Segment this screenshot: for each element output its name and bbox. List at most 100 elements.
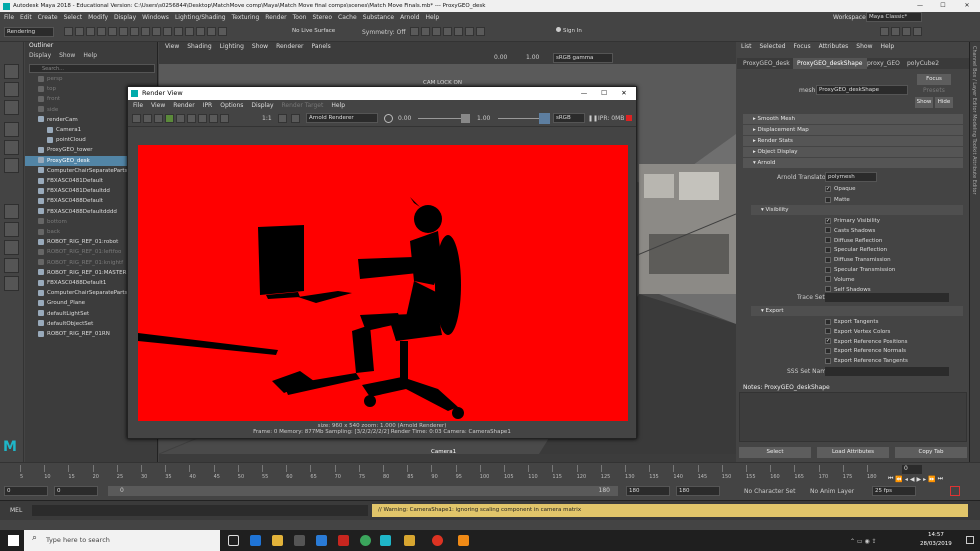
step-forward-key-icon[interactable]: ⏩ [928,476,935,483]
rv-gamma-slider[interactable] [498,118,544,119]
rv-menu-ipr[interactable]: IPR [203,102,213,109]
play-backwards-icon[interactable]: ◀ [910,476,915,483]
outliner-layout-icon[interactable] [4,258,19,273]
workspace-dropdown[interactable]: Maya Classic* [866,12,922,22]
store-icon[interactable] [294,535,305,546]
rv-alpha-icon[interactable] [220,114,229,123]
ipr-render-icon[interactable] [432,27,441,36]
ae-presets-button[interactable]: Presets [923,87,945,94]
playback-start-field[interactable]: 0 [54,486,98,496]
anim-layer-dropdown[interactable]: No Anim Layer [810,488,854,495]
rv-keep-image-icon[interactable] [187,114,196,123]
arnold-render-icon[interactable] [465,27,474,36]
ae-copy-tab-button[interactable]: Copy Tab [895,447,967,458]
menu-render[interactable]: Render [265,14,286,21]
snap-plane-icon[interactable] [207,27,216,36]
edge-icon[interactable] [250,535,261,546]
lasso-tool-icon[interactable] [4,82,19,97]
auto-key-icon[interactable] [950,486,960,496]
menu-toon[interactable]: Toon [293,14,307,21]
redo-icon[interactable] [108,27,117,36]
ae-trace-sets-field[interactable] [825,293,949,302]
select-component-icon[interactable] [141,27,150,36]
rv-rgb-icon[interactable] [209,114,218,123]
rotate-tool-icon[interactable] [4,140,19,155]
ae-load-attributes-button[interactable]: Load Attributes [817,447,889,458]
outliner-item[interactable]: persp [25,74,158,84]
menu-edit[interactable]: Edit [20,14,32,21]
cmd-language-label[interactable]: MEL [10,507,22,514]
render-view-close-button[interactable]: ✕ [618,87,630,100]
rv-refresh-icon[interactable] [154,114,163,123]
animation-end-field[interactable]: 180 [676,486,720,496]
select-object-icon[interactable] [130,27,139,36]
snap-point-icon[interactable] [196,27,205,36]
step-back-key-icon[interactable]: ⏪ [895,476,902,483]
rv-gamma-value[interactable]: 1.00 [477,115,490,122]
ae-tab-polycube2[interactable]: polyCube2 [907,60,939,67]
export-checkbox[interactable]: Export Tangents [825,317,878,327]
range-slider[interactable]: 0 180 [108,486,618,496]
rendered-image[interactable] [138,145,628,421]
paint-select-icon[interactable] [4,100,19,115]
menu-stereo[interactable]: Stereo [312,14,332,21]
ae-hide-button[interactable]: Hide [935,97,953,108]
snap-grid-icon[interactable] [174,27,183,36]
four-pane-layout-icon[interactable] [4,222,19,237]
visibility-checkbox[interactable]: Volume [825,275,854,285]
select-tool-icon[interactable] [4,64,19,79]
rv-zoom-fit-icon[interactable] [278,114,287,123]
tool-settings-icon[interactable] [902,27,911,36]
ae-menu-selected[interactable]: Selected [760,43,786,50]
rv-menu-options[interactable]: Options [220,102,243,109]
live-surface-field[interactable]: No Live Surface [290,27,342,37]
ae-mesh-name-field[interactable]: ProxyGEO_deskShape [816,85,908,95]
snap-curve-icon[interactable] [185,27,194,36]
ae-tab-proxygeo-desk[interactable]: ProxyGEO_desk [743,60,790,67]
symmetry-label[interactable]: Symmetry: Off [362,29,405,36]
viewport-menu-view[interactable]: View [165,43,179,50]
ae-notes-field[interactable] [739,392,967,442]
rv-colorspace-dropdown[interactable]: sRGB gamma [553,113,585,123]
rv-stop-icon[interactable] [626,115,632,121]
mask-icon[interactable] [152,27,161,36]
visibility-checkbox[interactable]: Diffuse Transmission [825,255,891,265]
opera-icon[interactable] [432,535,443,546]
menu-help[interactable]: Help [425,14,439,21]
rv-menu-display[interactable]: Display [251,102,273,109]
rv-menu-render-target[interactable]: Render Target [282,102,324,109]
ae-menu-list[interactable]: List [741,43,752,50]
maximize-button[interactable]: ☐ [933,0,953,12]
system-tray-icons[interactable]: ⌃ ▭ ◉ ⇪ [850,538,877,545]
rv-ratio-button[interactable]: 1:1 [262,115,272,122]
ae-show-button[interactable]: Show [915,97,933,108]
menu-substance[interactable]: Substance [363,14,394,21]
menu-file[interactable]: File [4,14,14,21]
ae-menu-show[interactable]: Show [856,43,872,50]
new-scene-icon[interactable] [64,27,73,36]
menu-cache[interactable]: Cache [338,14,357,21]
rv-menu-file[interactable]: File [133,102,143,109]
file-explorer-icon[interactable] [272,535,283,546]
outliner-menu-display[interactable]: Display [29,52,51,59]
fps-dropdown[interactable]: 25 fps [872,486,916,496]
visibility-checkbox[interactable]: Specular Reflection [825,245,887,255]
menu-arnold[interactable]: Arnold [400,14,419,21]
visibility-checkbox[interactable]: Specular Transmission [825,265,895,275]
ae-tab-proxy-geo[interactable]: proxy_GEO [867,60,900,67]
rv-menu-view[interactable]: View [151,102,165,109]
ae-section-smooth-mesh[interactable]: ▸ Smooth Mesh [743,114,963,124]
lock-selection-icon[interactable] [163,27,172,36]
step-forward-frame-icon[interactable]: ▸ [923,476,926,483]
rv-pause-icon[interactable]: ❚❚ [588,115,598,122]
ae-opaque-checkbox[interactable]: ✓ Opaque [825,184,856,194]
ae-focus-button[interactable]: Focus [917,74,951,85]
hypershade-icon[interactable] [454,27,463,36]
taskbar-time[interactable]: 14:57 [928,532,944,538]
rv-gamma-icon[interactable] [461,114,470,123]
taskbar-date[interactable]: 28/03/2019 [920,541,952,547]
ae-menu-help[interactable]: Help [880,43,894,50]
playback-end-field[interactable]: 180 [626,486,670,496]
ae-section-displacement-map[interactable]: ▸ Displacement Map [743,125,963,135]
single-pane-layout-icon[interactable] [4,204,19,219]
